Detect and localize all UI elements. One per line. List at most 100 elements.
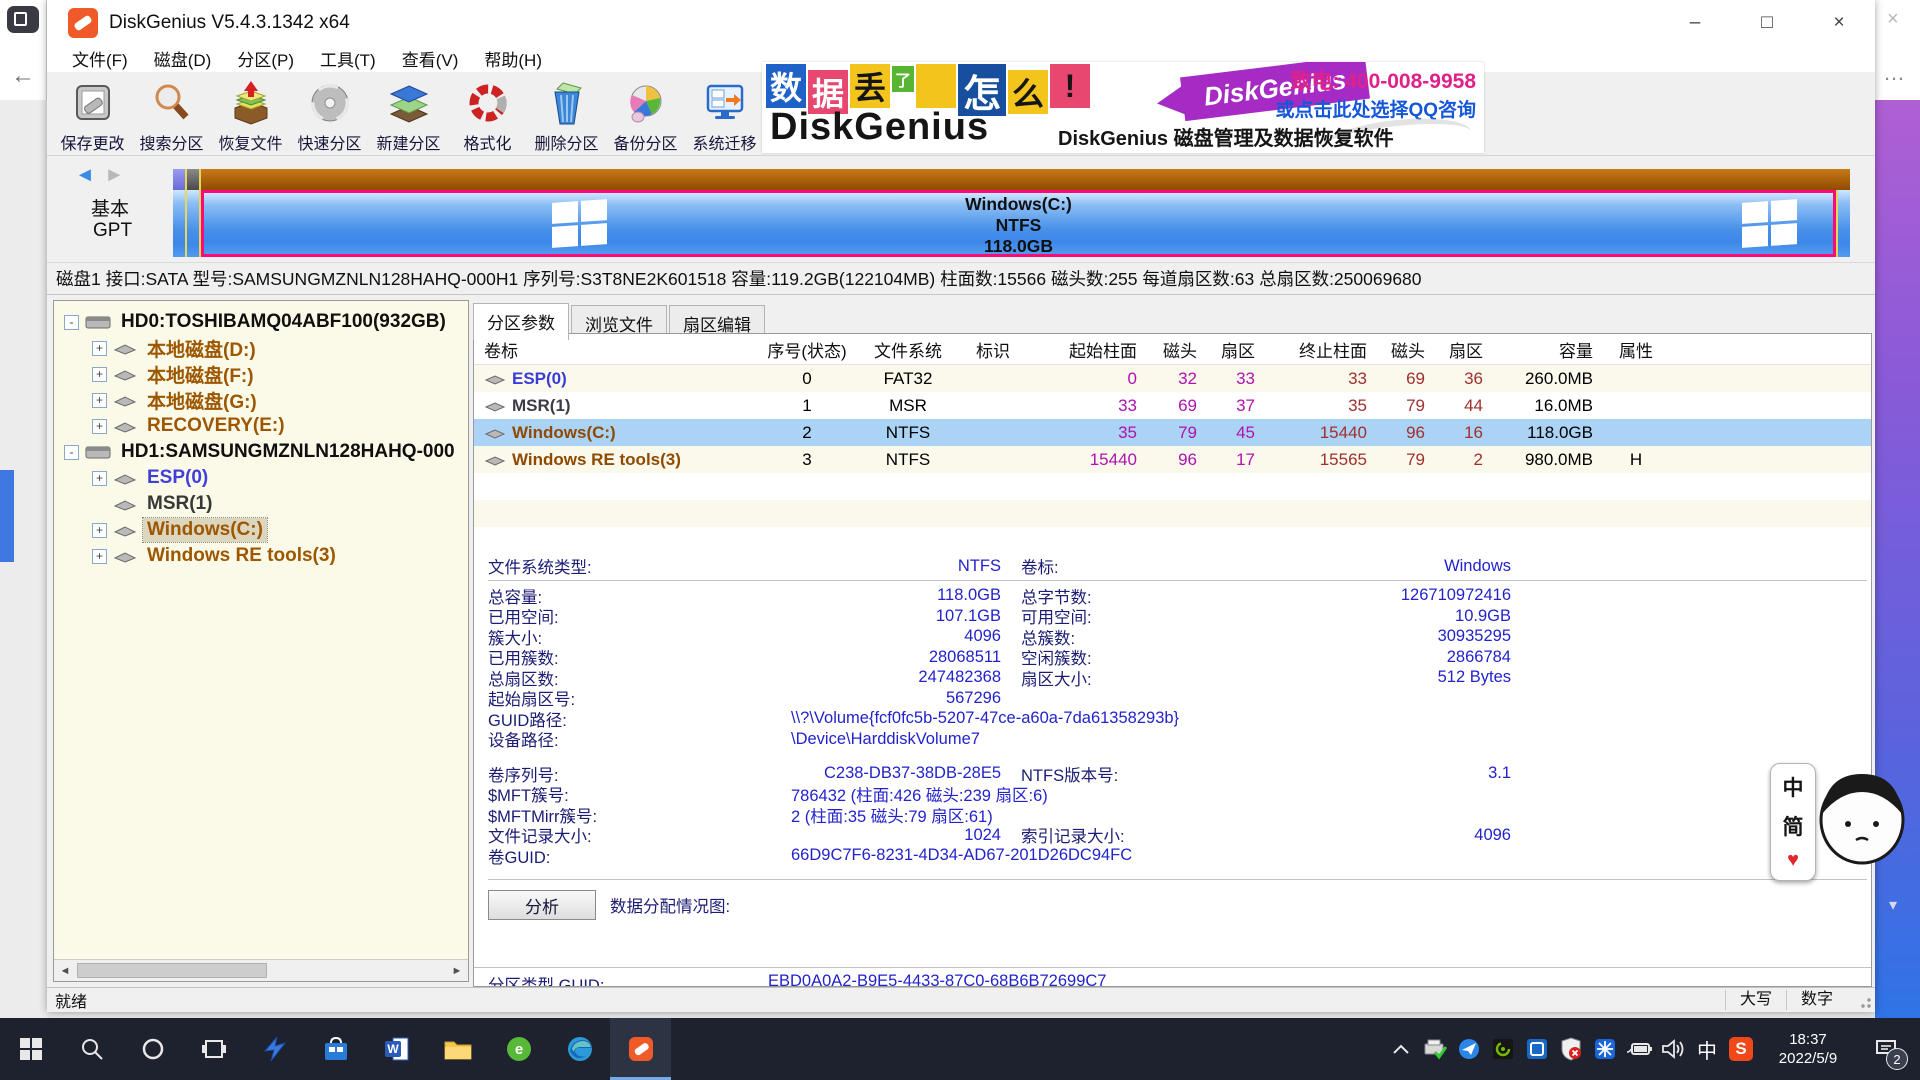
col-flag[interactable]: 标识 [963, 337, 1023, 362]
taskbar-app-edge[interactable] [549, 1018, 610, 1080]
col-end-cylinder[interactable]: 终止柱面 [1261, 337, 1373, 362]
table-row-selected[interactable]: Windows(C:) 2 NTFS 35 79 45 15440 96 16 … [474, 419, 1871, 446]
esp-partition-block[interactable] [173, 190, 185, 257]
recover-files-button[interactable]: 恢复文件 [211, 72, 290, 155]
heart-icon[interactable]: ♥ [1787, 849, 1799, 872]
col-start-cylinder[interactable]: 起始柱面 [1023, 337, 1143, 362]
cortana-button[interactable] [122, 1018, 183, 1080]
ime-simplified-indicator[interactable]: 简 [1783, 811, 1804, 841]
menu-disk[interactable]: 磁盘(D) [141, 45, 225, 72]
system-migrate-button[interactable]: 系统迁移 [685, 72, 764, 155]
tray-expand-icon[interactable] [1384, 1018, 1418, 1080]
msr-partition-block[interactable] [187, 190, 199, 257]
delete-partition-button[interactable]: 删除分区 [527, 72, 606, 155]
menu-view[interactable]: 查看(V) [389, 45, 472, 72]
expand-icon[interactable]: + [92, 419, 107, 434]
volume-icon[interactable] [1656, 1018, 1690, 1080]
col-end-head[interactable]: 磁头 [1373, 337, 1431, 362]
printer-ok-icon[interactable] [1418, 1018, 1452, 1080]
quick-partition-button[interactable]: 快速分区 [290, 72, 369, 155]
menu-help[interactable]: 帮助(H) [471, 45, 555, 72]
battery-plug-icon[interactable] [1622, 1018, 1656, 1080]
tree-item-drive-g[interactable]: + 本地磁盘(G:) [54, 387, 468, 413]
tree-item-drive-d[interactable]: + 本地磁盘(D:) [54, 335, 468, 361]
tab-partition-params[interactable]: 分区参数 [473, 303, 569, 340]
ad-banner[interactable]: 数 据 丢 了 怎 么 ! DiskGenius 致电: 400-008-995… [762, 62, 1484, 153]
col-attributes[interactable]: 属性 [1601, 337, 1671, 362]
expand-icon[interactable]: + [92, 523, 107, 538]
more-options-icon[interactable]: … [1883, 60, 1906, 86]
col-volume-label[interactable]: 卷标 [474, 337, 761, 362]
tree-item-esp[interactable]: + ESP(0) [54, 465, 468, 491]
expand-icon[interactable]: + [92, 341, 107, 356]
menu-tools[interactable]: 工具(T) [307, 45, 389, 72]
tree-item-recovery-e[interactable]: + RECOVERY(E:) [54, 413, 468, 439]
notification-center-button[interactable]: 2 [1858, 1018, 1914, 1080]
taskbar-clock[interactable]: 18:37 2022/5/9 [1758, 1030, 1858, 1068]
ad-qq-link[interactable]: 或点击此处选择QQ咨询 [1275, 95, 1476, 122]
close-button[interactable]: × [1803, 0, 1875, 45]
taskbar-app-diskgenius[interactable] [610, 1018, 671, 1080]
tree-item-msr[interactable]: MSR(1) [54, 491, 468, 517]
scroll-down-caret-icon[interactable]: ▾ [1889, 895, 1897, 915]
windows-c-partition-block[interactable]: Windows(C:) NTFS 118.0GB [201, 190, 1836, 257]
table-row[interactable]: Windows RE tools(3) 3 NTFS 15440 96 17 1… [474, 446, 1871, 473]
ime-lang-indicator[interactable]: 中 [1783, 772, 1804, 802]
maximize-button[interactable]: □ [1731, 0, 1803, 45]
col-capacity[interactable]: 容量 [1489, 337, 1601, 362]
task-view-button[interactable] [183, 1018, 244, 1080]
format-button[interactable]: 格式化 [448, 72, 527, 155]
taskbar-app-thunder[interactable] [244, 1018, 305, 1080]
minimize-button[interactable]: – [1659, 0, 1731, 45]
sogou-tray-icon[interactable]: S [1724, 1018, 1758, 1080]
expand-icon[interactable]: + [92, 549, 107, 564]
tree-horizontal-scrollbar[interactable]: ◄ ► [54, 959, 468, 981]
tree-item-hd1[interactable]: - HD1:SAMSUNGMZNLN128HAHQ-000 [54, 439, 468, 465]
save-changes-button[interactable]: 保存更改 [53, 72, 132, 155]
nvidia-icon[interactable] [1486, 1018, 1520, 1080]
menu-partition[interactable]: 分区(P) [224, 45, 307, 72]
scrollbar-thumb[interactable] [77, 963, 267, 978]
background-close-icon[interactable]: × [1887, 8, 1899, 31]
tree-item-drive-f[interactable]: + 本地磁盘(F:) [54, 361, 468, 387]
resize-grip[interactable] [1847, 988, 1875, 1012]
menu-file[interactable]: 文件(F) [59, 45, 141, 72]
expand-icon[interactable]: + [92, 471, 107, 486]
taskbar-app-browser-green[interactable]: e [488, 1018, 549, 1080]
messenger-bird-icon[interactable] [1452, 1018, 1486, 1080]
next-disk-icon[interactable]: ► [104, 164, 124, 186]
table-row[interactable]: ESP(0) 0 FAT32 0 32 33 33 69 36 260.0MB [474, 365, 1871, 392]
intel-graphics-icon[interactable] [1520, 1018, 1554, 1080]
col-end-sector[interactable]: 扇区 [1431, 337, 1489, 362]
ime-language-indicator[interactable]: 中 [1690, 1018, 1724, 1080]
taskbar-app-store[interactable] [305, 1018, 366, 1080]
col-filesystem[interactable]: 文件系统 [853, 337, 963, 362]
scroll-right-icon[interactable]: ► [446, 960, 468, 981]
table-row[interactable]: MSR(1) 1 MSR 33 69 37 35 79 44 16.0MB [474, 392, 1871, 419]
backup-partition-button[interactable]: 备份分区 [606, 72, 685, 155]
new-partition-button[interactable]: 新建分区 [369, 72, 448, 155]
start-button[interactable] [0, 1018, 61, 1080]
collapse-icon[interactable]: - [64, 445, 79, 460]
taskbar-app-file-explorer[interactable] [427, 1018, 488, 1080]
col-start-head[interactable]: 磁头 [1143, 337, 1203, 362]
prev-disk-icon[interactable]: ◄ [75, 164, 95, 186]
re-tools-partition-block[interactable] [1838, 190, 1850, 257]
scroll-left-icon[interactable]: ◄ [54, 960, 76, 981]
search-partition-button[interactable]: 搜索分区 [132, 72, 211, 155]
taskbar-search-button[interactable] [61, 1018, 122, 1080]
tree-item-windows-c[interactable]: + Windows(C:) [54, 517, 468, 543]
browser-tab-icon[interactable] [7, 6, 39, 33]
taskbar-app-word[interactable]: W [366, 1018, 427, 1080]
expand-icon[interactable]: + [92, 367, 107, 382]
msr-band-segment[interactable] [187, 169, 199, 190]
security-shield-icon[interactable] [1554, 1018, 1588, 1080]
col-start-sector[interactable]: 扇区 [1203, 337, 1261, 362]
ime-status-pill[interactable]: 中 简 ♥ [1770, 763, 1816, 881]
analyze-button[interactable]: 分析 [488, 890, 596, 920]
tree-item-hd0[interactable]: - HD0:TOSHIBAMQ04ABF100(932GB) [54, 309, 468, 335]
esp-band-segment[interactable] [173, 169, 185, 190]
back-arrow-icon[interactable]: ← [11, 62, 35, 90]
col-index-status[interactable]: 序号(状态) [761, 337, 853, 362]
expand-icon[interactable]: + [92, 393, 107, 408]
